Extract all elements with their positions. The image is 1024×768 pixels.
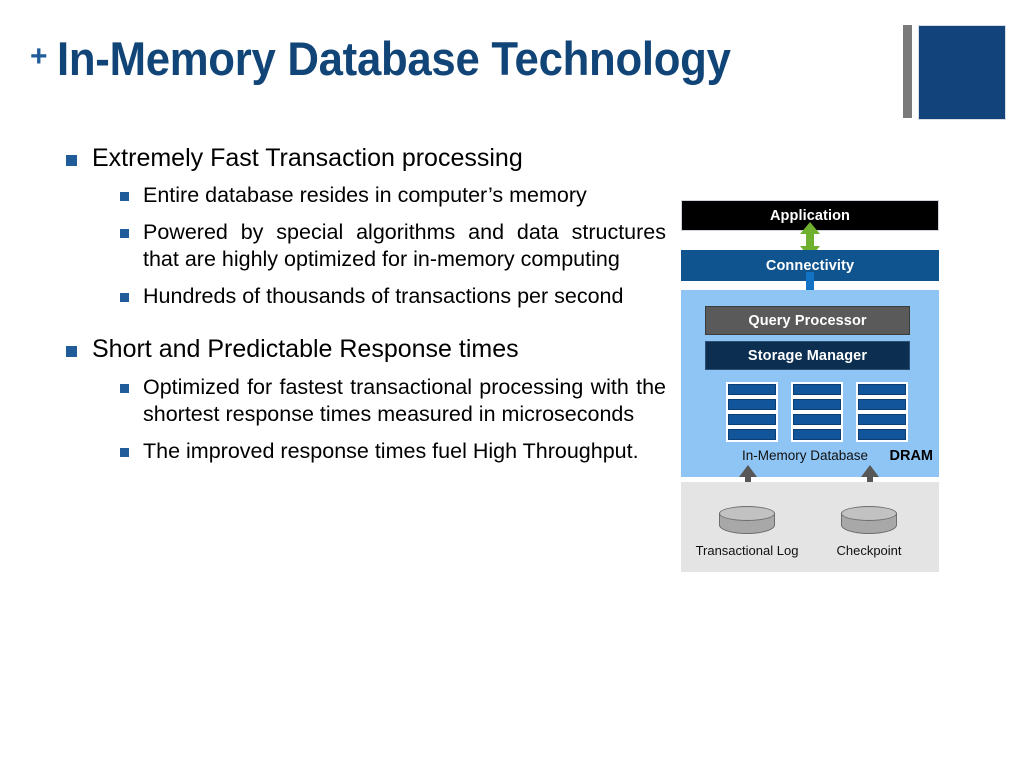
memory-bar bbox=[728, 414, 776, 425]
bullet-level2: Hundreds of thousands of transactions pe… bbox=[117, 283, 666, 311]
page-title: + In-Memory Database Technology bbox=[30, 34, 890, 96]
bullet-level1: Short and Predictable Response times bbox=[62, 335, 666, 364]
query-processor-label: Query Processor bbox=[748, 312, 867, 329]
bullet-level1: Extremely Fast Transaction processing bbox=[62, 144, 666, 173]
memory-bar bbox=[858, 429, 906, 440]
transactional-log-store: Transactional Log bbox=[693, 506, 801, 558]
bullet-square-icon bbox=[120, 228, 129, 238]
memory-column bbox=[726, 382, 778, 442]
blue-accent-block-icon bbox=[918, 25, 1006, 120]
bullet-square-icon bbox=[120, 383, 129, 393]
database-cylinder-icon bbox=[841, 506, 897, 536]
checkpoint-label: Checkpoint bbox=[836, 543, 902, 558]
memory-bar bbox=[728, 399, 776, 410]
bullet-level2-text: Entire database resides in computer’s me… bbox=[143, 183, 587, 208]
memory-bar bbox=[728, 384, 776, 395]
bullet-level1-text: Short and Predictable Response times bbox=[92, 335, 519, 364]
bullet-square-icon bbox=[66, 155, 77, 166]
memory-bar bbox=[728, 429, 776, 440]
in-memory-database-label: In-Memory Database bbox=[741, 448, 869, 463]
memory-bar bbox=[858, 399, 906, 410]
title-plus-icon: + bbox=[30, 40, 48, 73]
memory-bar bbox=[793, 384, 841, 395]
bullet-square-icon bbox=[66, 346, 77, 358]
bullet-level2-text: Hundreds of thousands of transactions pe… bbox=[143, 283, 624, 308]
dram-label: DRAM bbox=[889, 448, 934, 464]
cylinder-top bbox=[719, 506, 775, 521]
storage-manager-label: Storage Manager bbox=[747, 347, 868, 364]
bullet-level2: Powered by special algorithms and data s… bbox=[117, 219, 666, 274]
bullet-level2-text: Powered by special algorithms and data s… bbox=[143, 219, 666, 272]
bullet-level2-text: Optimized for fastest transactional proc… bbox=[143, 374, 666, 427]
database-cylinder-icon bbox=[719, 506, 775, 536]
memory-bar bbox=[858, 414, 906, 425]
bullet-list: Extremely Fast Transaction processing En… bbox=[62, 144, 666, 465]
architecture-diagram: Application Connectivity Query Processor… bbox=[681, 200, 939, 572]
disk-region: Transactional Log Checkpoint bbox=[681, 482, 939, 572]
query-processor-box: Query Processor bbox=[705, 306, 910, 335]
memory-bar bbox=[858, 384, 906, 395]
checkpoint-store: Checkpoint bbox=[815, 506, 923, 558]
memory-bar bbox=[793, 399, 841, 410]
bullet-level1-text: Extremely Fast Transaction processing bbox=[92, 144, 523, 172]
transactional-log-label: Transactional Log bbox=[695, 543, 799, 558]
bullet-level2: Optimized for fastest transactional proc… bbox=[117, 374, 666, 429]
storage-manager-box: Storage Manager bbox=[705, 341, 910, 370]
title-text: In-Memory Database Technology bbox=[56, 32, 731, 85]
memory-column bbox=[791, 382, 843, 442]
gray-accent-bar-icon bbox=[903, 25, 912, 118]
bullet-square-icon bbox=[120, 447, 129, 457]
cylinder-top bbox=[841, 506, 897, 521]
bullet-level2: The improved response times fuel High Th… bbox=[117, 438, 666, 466]
bullet-square-icon bbox=[120, 292, 129, 302]
bullet-square-icon bbox=[120, 192, 129, 202]
bullet-level2-text: The improved response times fuel High Th… bbox=[143, 438, 639, 463]
bullet-level2: Entire database resides in computer’s me… bbox=[117, 182, 666, 210]
memory-bar bbox=[793, 429, 841, 440]
dram-region: Query Processor Storage Manager In-Memor… bbox=[681, 290, 939, 477]
memory-bar bbox=[793, 414, 841, 425]
memory-column bbox=[856, 382, 908, 442]
